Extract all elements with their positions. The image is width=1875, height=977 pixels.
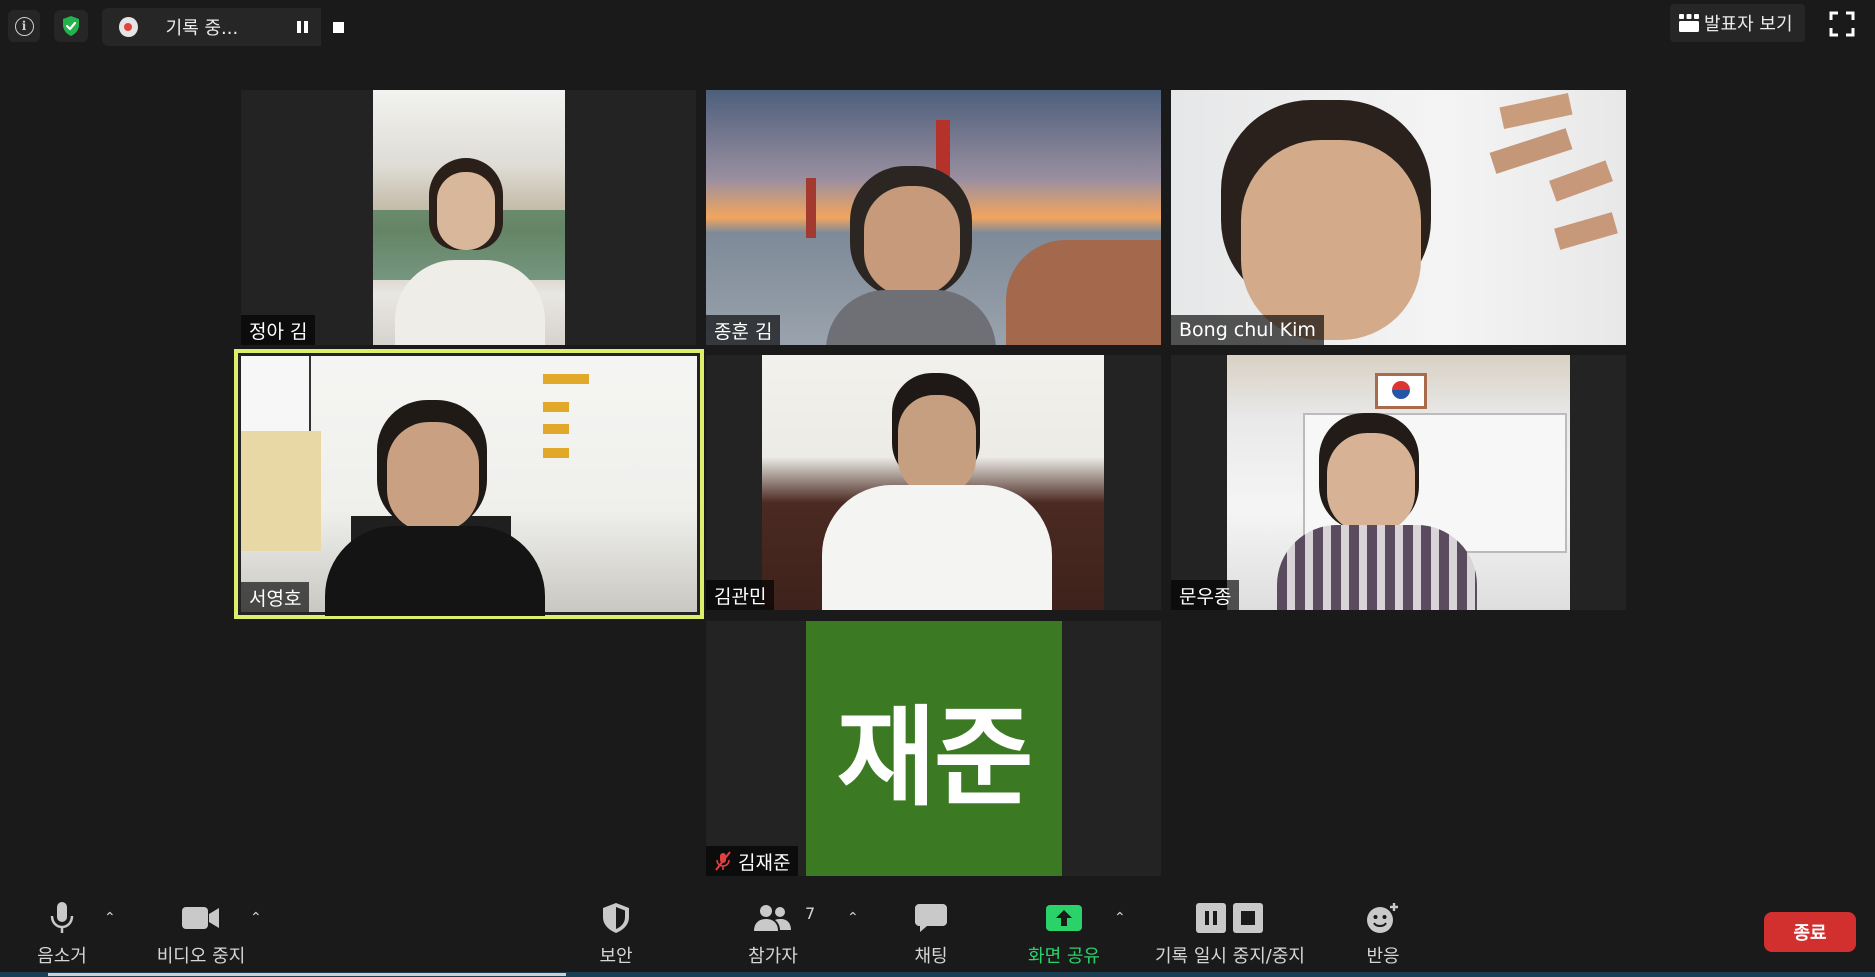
video-feed: [241, 356, 697, 616]
participant-name: 김재준: [706, 846, 799, 876]
microphone-muted-icon: [715, 851, 731, 871]
stop-video-label: 비디오 중지: [156, 946, 246, 967]
encryption-status-button[interactable]: [54, 10, 88, 42]
share-options-chevron-icon[interactable]: ⌃: [1114, 910, 1126, 926]
participants-label: 참가자: [748, 946, 798, 967]
participants-icon: [754, 905, 791, 931]
participant-tile[interactable]: 정아 김: [241, 90, 696, 345]
chat-button[interactable]: 채팅: [856, 896, 1006, 968]
audio-options-chevron-icon[interactable]: ⌃: [104, 910, 116, 926]
stop-video-button[interactable]: 비디오 중지: [126, 896, 276, 968]
speaker-view-label: 발표자 보기: [1704, 14, 1793, 35]
recording-status-text: 기록 중...: [165, 18, 239, 39]
info-icon: i: [14, 16, 34, 36]
participants-button[interactable]: 7 참가자: [698, 896, 848, 968]
reaction-emoji-icon: [1367, 903, 1398, 933]
mute-button[interactable]: 음소거: [0, 896, 137, 968]
participant-tile[interactable]: 김관민: [706, 355, 1161, 610]
participant-name: 문우종: [1171, 580, 1240, 610]
participant-name: 정아 김: [241, 315, 316, 345]
microphone-icon: [50, 902, 74, 933]
chat-label: 채팅: [914, 946, 948, 967]
speaker-view-icon: [1679, 14, 1699, 32]
video-feed: [1227, 355, 1570, 610]
participant-avatar: 재준: [806, 621, 1062, 876]
participant-tile[interactable]: 재준 김재준: [706, 621, 1161, 876]
zoom-meeting-window: i 기록 중... 발표자 보기 정아 김 종훈 김 Bong chul Kim…: [0, 0, 1875, 977]
video-camera-icon: [182, 907, 219, 929]
participant-name-text: 정아 김: [249, 320, 308, 343]
participant-name: 김관민: [706, 580, 775, 610]
pause-icon: [297, 21, 309, 33]
video-feed: [1171, 90, 1626, 345]
record-label: 기록 일시 중지/중지: [1155, 946, 1305, 967]
participant-tile-active-speaker[interactable]: 서영호: [234, 349, 704, 619]
recording-indicator: 기록 중...: [102, 8, 357, 46]
pause-recording-button[interactable]: [285, 8, 320, 46]
stop-recording-button[interactable]: [320, 8, 357, 46]
mute-label: 음소거: [37, 946, 87, 967]
participant-name-text: 문우종: [1179, 585, 1232, 608]
scroll-indicator: [48, 973, 566, 976]
reactions-button[interactable]: 반응: [1308, 896, 1458, 968]
participant-name-text: Bong chul Kim: [1179, 319, 1316, 341]
security-label: 보안: [599, 946, 633, 967]
participant-name-text: 종훈 김: [714, 320, 773, 343]
video-feed: [373, 90, 565, 345]
fullscreen-icon[interactable]: [1828, 10, 1856, 38]
shield-icon: [603, 903, 629, 933]
participant-name-text: 서영호: [249, 587, 302, 610]
participant-name-text: 김재준: [738, 851, 791, 874]
reactions-label: 반응: [1366, 946, 1400, 967]
security-button[interactable]: 보안: [541, 896, 691, 968]
speaker-view-button[interactable]: 발표자 보기: [1670, 4, 1805, 42]
meeting-info-button[interactable]: i: [8, 10, 40, 42]
taskbar-strip: [0, 972, 1875, 977]
chat-bubble-icon: [915, 904, 947, 932]
recording-dot-icon: [119, 17, 138, 37]
participant-name-text: 김관민: [714, 585, 767, 608]
participant-name: 서영호: [241, 582, 310, 612]
participant-name: 종훈 김: [706, 315, 781, 345]
share-screen-label: 화면 공유: [1028, 946, 1100, 967]
participant-tile[interactable]: 종훈 김: [706, 90, 1161, 345]
share-screen-icon: [1046, 905, 1082, 931]
participant-tile[interactable]: 문우종: [1171, 355, 1626, 610]
participant-name: Bong chul Kim: [1171, 315, 1324, 345]
participant-count: 7: [805, 904, 816, 923]
end-meeting-button[interactable]: 종료: [1764, 912, 1856, 952]
video-feed: [762, 355, 1104, 610]
video-options-chevron-icon[interactable]: ⌃: [250, 910, 262, 926]
participant-tile[interactable]: Bong chul Kim: [1171, 90, 1626, 345]
pause-stop-recording-button[interactable]: 기록 일시 중지/중지: [1155, 896, 1305, 968]
video-feed: [706, 90, 1161, 345]
record-pause-stop-icon: [1196, 903, 1263, 933]
share-screen-button[interactable]: 화면 공유: [989, 896, 1139, 968]
stop-icon: [332, 21, 344, 33]
shield-check-icon: [63, 16, 79, 36]
meeting-toolbar: 음소거 ⌃ 비디오 중지 ⌃ 보안 7 참가자 ⌃ 채팅 화면 공유 ⌃ 기록 …: [0, 890, 1875, 977]
